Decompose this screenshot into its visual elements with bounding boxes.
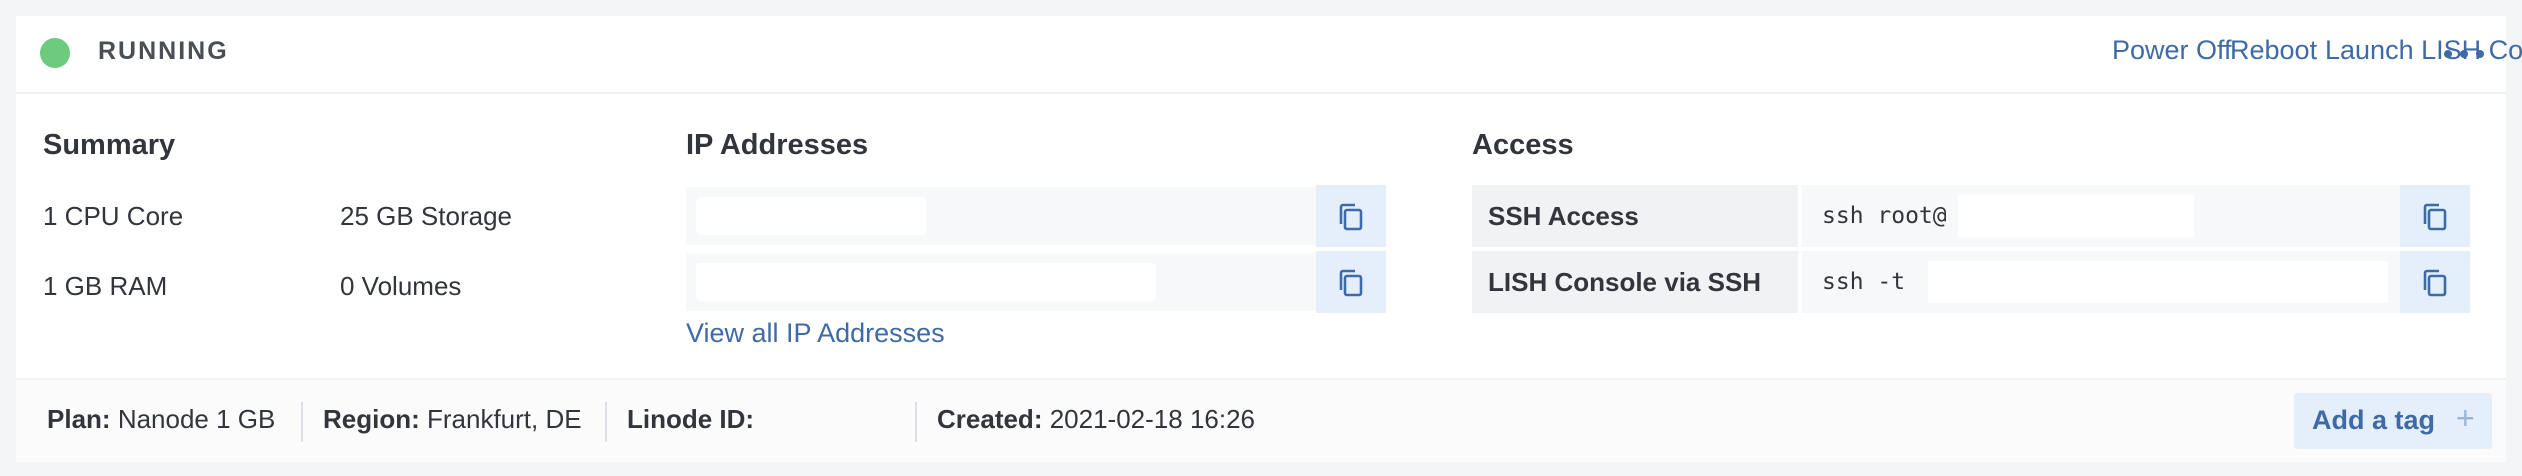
- status-indicator-icon: [40, 38, 70, 68]
- redacted-host: [1928, 261, 2388, 303]
- copy-icon: [2423, 269, 2447, 297]
- redacted-ip: [696, 263, 1156, 301]
- copy-icon: [1339, 269, 1363, 297]
- lish-command-text: ssh -t: [1822, 269, 1906, 295]
- plus-icon: +: [2456, 400, 2475, 436]
- ssh-access-value[interactable]: ssh root@: [1802, 185, 2400, 247]
- linode-id-info: Linode ID:: [627, 404, 754, 435]
- region-label: Region:: [323, 404, 420, 434]
- created-label: Created:: [937, 404, 1043, 434]
- linode-id-label: Linode ID:: [627, 404, 755, 434]
- volumes-spec: 0 Volumes: [340, 271, 462, 301]
- more-horizontal-icon: [2444, 50, 2452, 58]
- plan-info: Plan: Nanode 1 GB: [47, 404, 275, 435]
- status-label: RUNNING: [98, 37, 229, 65]
- copy-ip-button[interactable]: [1316, 251, 1386, 313]
- copy-ssh-button[interactable]: [2400, 185, 2470, 247]
- ssh-command-text: ssh root@: [1822, 203, 1947, 229]
- add-tag-button[interactable]: Add a tag +: [2294, 393, 2492, 449]
- linode-detail-card: RUNNING Power Off Reboot Launch LISH Con…: [16, 16, 2522, 462]
- reboot-button[interactable]: Reboot: [2230, 35, 2317, 66]
- divider: [301, 402, 303, 442]
- linode-footer: Plan: Nanode 1 GB Region: Frankfurt, DE …: [16, 378, 2506, 462]
- created-value: 2021-02-18 16:26: [1049, 404, 1256, 434]
- power-off-button[interactable]: Power Off: [2112, 35, 2232, 66]
- more-actions-button[interactable]: [2434, 32, 2494, 72]
- created-info: Created: 2021-02-18 16:26: [937, 404, 1255, 435]
- view-all-ip-addresses-link[interactable]: View all IP Addresses: [686, 318, 945, 349]
- copy-icon: [1339, 203, 1363, 231]
- plan-value: Nanode 1 GB: [117, 404, 276, 434]
- summary-title: Summary: [43, 129, 176, 161]
- cpu-spec: 1 CPU Core: [43, 201, 184, 231]
- lish-console-ssh-value[interactable]: ssh -t: [1802, 251, 2400, 313]
- ip-address-row: [686, 187, 1330, 245]
- divider: [605, 402, 607, 442]
- ip-addresses-title: IP Addresses: [686, 129, 869, 161]
- copy-icon: [2423, 203, 2447, 231]
- redacted-ip: [696, 197, 926, 235]
- status-header: RUNNING Power Off Reboot Launch LISH Con…: [16, 16, 2522, 94]
- copy-lish-button[interactable]: [2400, 251, 2470, 313]
- plan-label: Plan:: [47, 404, 111, 434]
- copy-ip-button[interactable]: [1316, 185, 1386, 247]
- lish-console-ssh-label: LISH Console via SSH: [1472, 251, 1798, 313]
- region-value: Frankfurt, DE: [427, 404, 582, 434]
- storage-spec: 25 GB Storage: [340, 201, 512, 231]
- redacted-host: [1958, 195, 2194, 237]
- ip-address-row: [686, 253, 1330, 311]
- region-info: Region: Frankfurt, DE: [323, 404, 582, 435]
- access-title: Access: [1472, 129, 1574, 161]
- ram-spec: 1 GB RAM: [43, 271, 168, 301]
- add-tag-label: Add a tag: [2312, 405, 2436, 435]
- divider: [915, 402, 917, 442]
- ssh-access-label: SSH Access: [1472, 185, 1798, 247]
